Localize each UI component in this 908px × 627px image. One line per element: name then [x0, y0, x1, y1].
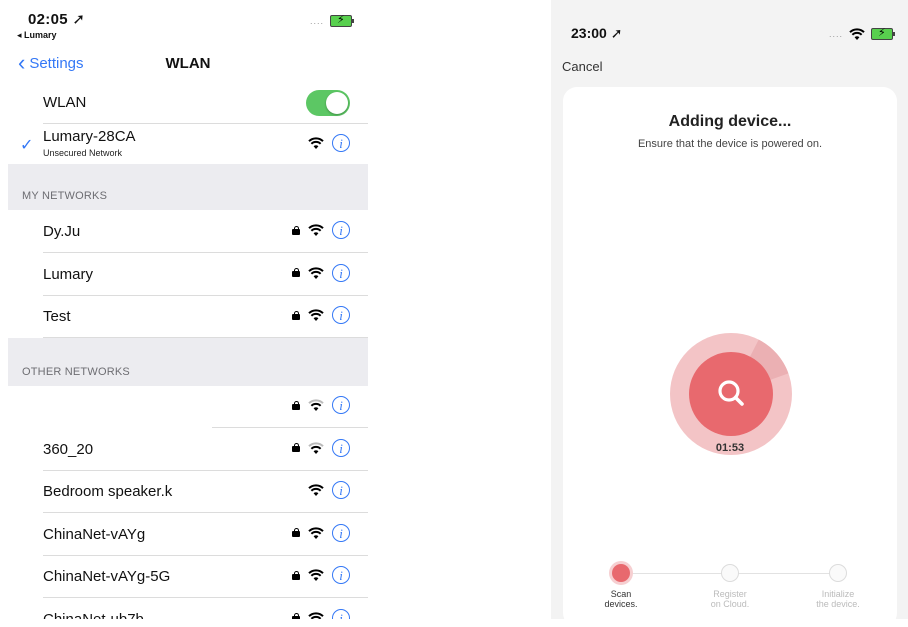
lock-icon — [292, 528, 300, 537]
battery-icon: ⚡ — [871, 27, 895, 40]
info-icon[interactable]: i — [332, 263, 350, 282]
cloud-step-icon — [721, 564, 739, 582]
step-label: Scan devices. — [604, 589, 638, 609]
connected-network-status: Unsecured Network — [43, 148, 123, 158]
signal-icon: .... — [828, 29, 843, 39]
connected-network-row[interactable]: ✓ Lumary-28CA Unsecured Network i — [8, 124, 368, 164]
lock-icon — [292, 613, 300, 619]
wifi-icon — [308, 569, 324, 581]
network-row[interactable]: Lumary i — [8, 253, 368, 296]
lock-icon — [292, 400, 300, 410]
info-icon[interactable]: i — [332, 396, 350, 414]
adding-device-card: Adding device... Ensure that the device … — [563, 87, 897, 619]
other-networks-section: OTHER NETWORKS — [8, 338, 368, 386]
lock-icon — [292, 570, 300, 580]
wifi-icon — [308, 137, 324, 149]
step-label: Register on Cloud. — [710, 589, 750, 609]
status-time: 02:05 ➚ — [28, 11, 86, 28]
step-3: Initialize the device. — [798, 562, 878, 609]
info-icon[interactable]: i — [332, 566, 350, 584]
network-name: Bedroom speaker.k — [43, 483, 173, 500]
info-icon[interactable]: i — [332, 306, 350, 324]
status-icons: .... ⚡ — [828, 27, 895, 41]
wlan-settings-screen: 02:05 ➚ ◂ Lumary .... ⚡ ‹ Settings WLAN … — [8, 0, 368, 619]
card-subtitle: Ensure that the device is powered on. — [637, 138, 823, 150]
status-time: 23:00 ➚ — [571, 25, 623, 41]
network-name: Test — [43, 308, 71, 325]
nav-bar: ‹ Settings WLAN — [8, 46, 368, 83]
card-title: Adding device... — [668, 113, 792, 130]
my-networks-section: MY NETWORKS — [8, 164, 368, 210]
scanning-radar — [670, 333, 792, 455]
lock-icon — [292, 443, 300, 452]
info-icon[interactable]: i — [332, 134, 350, 152]
network-name: ChinaNet-vAYg — [43, 525, 146, 543]
wifi-icon — [308, 399, 324, 411]
network-row[interactable]: ChinaNet-vAYg i — [8, 513, 368, 556]
step-1: Scan devices. — [581, 562, 661, 609]
checkmark-icon: ✓ — [20, 137, 34, 154]
signal-icon: .... — [309, 16, 324, 26]
network-name: Dy.Ju — [43, 223, 81, 240]
info-icon[interactable]: i — [332, 608, 350, 619]
wifi-icon — [308, 611, 324, 619]
init-step-icon — [829, 564, 847, 582]
network-row[interactable]: ChinaNet-vAYg-5G i — [8, 556, 368, 598]
wifi-icon — [308, 441, 324, 454]
network-row[interactable]: ChinaNet-ub7b i — [8, 598, 368, 620]
connected-network-name: Lumary-28CA — [43, 128, 136, 145]
charging-bolt: ⚡ — [337, 14, 345, 26]
lock-icon — [292, 268, 300, 277]
radar-inner-circle — [689, 352, 773, 436]
lock-icon — [292, 310, 300, 320]
wifi-icon — [308, 224, 324, 236]
page-title: WLAN — [165, 55, 211, 72]
progress-steps: Scan devices. Register on Cloud. Initializ… — [563, 562, 897, 619]
step-label: Initialize the device. — [816, 589, 860, 609]
wifi-icon — [308, 526, 324, 539]
wlan-toggle[interactable] — [306, 90, 350, 116]
wlan-label: WLAN — [43, 94, 87, 111]
network-name: 360_20 — [43, 440, 94, 458]
network-name: ChinaNet-ub7b — [43, 610, 144, 620]
back-to-app-link[interactable]: ◂ Lumary — [17, 30, 57, 41]
wifi-icon — [308, 309, 324, 321]
wifi-icon — [849, 28, 865, 40]
cancel-button[interactable]: Cancel — [562, 59, 602, 74]
network-row[interactable]: 360_20 i — [8, 428, 368, 471]
step-2: Register on Cloud. — [690, 562, 770, 609]
wlan-toggle-row: WLAN — [8, 82, 368, 124]
scan-step-icon — [612, 564, 630, 582]
other-networks-header: OTHER NETWORKS — [22, 366, 130, 378]
my-networks-header: MY NETWORKS — [22, 190, 108, 202]
lock-icon — [292, 225, 300, 235]
info-icon[interactable]: i — [332, 438, 350, 457]
wifi-icon — [308, 266, 324, 279]
status-bar: 02:05 ➚ ◂ Lumary .... ⚡ — [8, 0, 368, 46]
network-row[interactable]: Test i — [8, 296, 368, 338]
network-name: Lumary — [43, 265, 94, 283]
network-name: ChinaNet-vAYg-5G — [43, 568, 171, 585]
info-icon[interactable]: i — [332, 221, 350, 239]
charging-bolt: ⚡ — [878, 27, 886, 39]
info-icon[interactable]: i — [332, 481, 350, 499]
network-row[interactable]: Bedroom speaker.k i — [8, 471, 368, 513]
adding-device-screen: 23:00 ➚ .... ⚡ Cancel Adding device... E… — [551, 0, 908, 619]
countdown-timer: 01:53 — [715, 442, 745, 454]
wifi-icon — [308, 484, 324, 496]
network-row[interactable]: i — [8, 386, 368, 428]
info-icon[interactable]: i — [332, 523, 350, 542]
battery-icon: ⚡ — [330, 14, 354, 27]
network-row[interactable]: Dy.Ju i — [8, 211, 368, 253]
status-icons: .... ⚡ — [309, 14, 354, 27]
